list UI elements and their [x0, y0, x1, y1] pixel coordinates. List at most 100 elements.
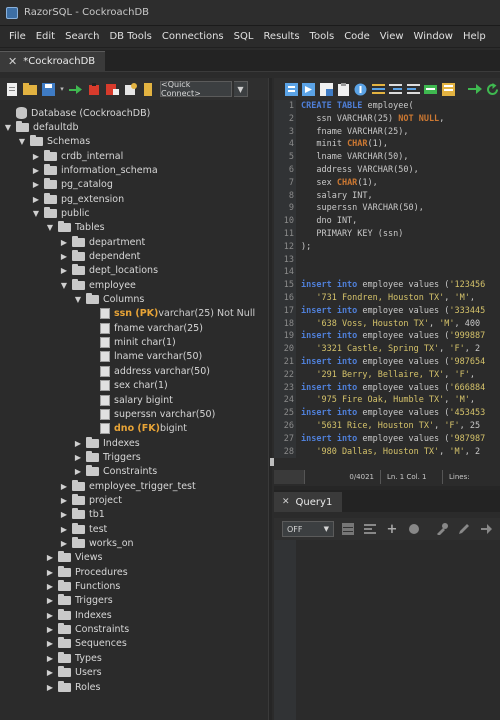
code-line[interactable]: PRIMARY KEY (ssn) — [301, 228, 403, 241]
collapsed-toggle-icon[interactable]: ▶ — [60, 496, 68, 505]
menu-search[interactable]: Search — [60, 31, 104, 42]
tree-item[interactable]: ▶ Views — [46, 551, 103, 565]
new-file-icon[interactable] — [4, 81, 20, 97]
tree-item[interactable]: ▶ information_schema — [32, 163, 158, 177]
collapsed-toggle-icon[interactable]: ▶ — [46, 568, 54, 577]
tree-item[interactable]: ▶ Indexes — [46, 608, 112, 622]
save-icon[interactable] — [40, 81, 56, 97]
tree-item[interactable]: dno (FK) bigint — [88, 422, 187, 436]
tree-item[interactable]: ▶ project — [60, 493, 122, 507]
collapsed-toggle-icon[interactable]: ▶ — [32, 166, 40, 175]
code-line[interactable]: CREATE TABLE employee( — [301, 100, 414, 113]
autocommit-select[interactable]: OFF ▼ — [282, 521, 334, 537]
export-icon[interactable] — [478, 521, 494, 537]
list-icon[interactable] — [371, 81, 385, 97]
collapsed-toggle-icon[interactable]: ▶ — [46, 683, 54, 692]
tab-query1[interactable]: ✕ Query1 — [274, 492, 343, 512]
tree-item[interactable]: ▶ Triggers — [46, 594, 113, 608]
collapsed-toggle-icon[interactable]: ▶ — [46, 639, 54, 648]
grid-icon[interactable] — [441, 81, 455, 97]
menu-results[interactable]: Results — [258, 31, 304, 42]
tree-item[interactable]: ▼ Schemas — [18, 135, 90, 149]
indent-icon[interactable] — [389, 81, 403, 97]
collapsed-toggle-icon[interactable]: ▶ — [60, 482, 68, 491]
code-line[interactable]: ); — [301, 241, 311, 254]
collapsed-toggle-icon[interactable]: ▶ — [74, 453, 82, 462]
tree-item[interactable]: fname varchar(25) — [88, 321, 203, 335]
menu-sql[interactable]: SQL — [229, 31, 259, 42]
sql-code-area[interactable]: CREATE TABLE employee( ssn VARCHAR(25) N… — [301, 100, 500, 458]
code-line[interactable]: insert into employee values ('666884 — [301, 382, 485, 395]
tree-item[interactable]: ▶ test — [60, 522, 107, 536]
dropdown-arrow-icon[interactable]: ▾ — [58, 81, 66, 97]
code-line[interactable]: dno INT, — [301, 215, 357, 228]
delete-connection-icon[interactable] — [104, 81, 120, 97]
code-line[interactable]: insert into employee values ('987654 — [301, 356, 485, 369]
menu-window[interactable]: Window — [409, 31, 458, 42]
splitter-handle[interactable] — [270, 458, 274, 466]
tree-item[interactable]: address varchar(50) — [88, 364, 210, 378]
code-line[interactable]: insert into employee values ('333445 — [301, 305, 485, 318]
code-line[interactable]: insert into employee values ('987987 — [301, 433, 485, 446]
tree-item[interactable]: ▶ tb1 — [60, 508, 105, 522]
expanded-toggle-icon[interactable]: ▼ — [4, 123, 12, 132]
tree-item[interactable]: ▶ employee_trigger_test — [60, 479, 196, 493]
disconnect-icon[interactable] — [86, 81, 102, 97]
tree-item[interactable]: minit char(1) — [88, 336, 176, 350]
tree-item[interactable]: ▶ Constraints — [74, 465, 157, 479]
collapsed-toggle-icon[interactable]: ▶ — [32, 152, 40, 161]
code-line[interactable]: '638 Voss, Houston TX', 'M', 400 — [301, 318, 480, 331]
tree-item[interactable]: ▼ defaultdb — [4, 120, 79, 134]
menu-file[interactable]: File — [4, 31, 31, 42]
collapsed-toggle-icon[interactable]: ▶ — [46, 668, 54, 677]
tree-item[interactable]: ▶ Triggers — [74, 450, 141, 464]
code-line[interactable]: '980 Dallas, Houston TX', 'M', 2 — [301, 446, 480, 458]
clipboard-icon[interactable] — [336, 81, 350, 97]
expanded-toggle-icon[interactable]: ▼ — [60, 281, 68, 290]
collapsed-toggle-icon[interactable]: ▶ — [60, 238, 68, 247]
query-results-area[interactable] — [274, 540, 500, 720]
outdent-icon[interactable] — [406, 81, 420, 97]
collapsed-toggle-icon[interactable]: ▶ — [60, 539, 68, 548]
code-line[interactable]: salary INT, — [301, 190, 372, 203]
collapsed-toggle-icon[interactable]: ▶ — [46, 654, 54, 663]
collapsed-toggle-icon[interactable]: ▶ — [60, 252, 68, 261]
code-line[interactable]: sex CHAR(1), — [301, 177, 377, 190]
menu-help[interactable]: Help — [458, 31, 491, 42]
code-line[interactable]: '731 Fondren, Houston TX', 'M', — [301, 292, 475, 305]
tree-item[interactable]: ▶ Indexes — [74, 436, 140, 450]
tree-item[interactable]: ▼ Tables — [46, 221, 105, 235]
tree-item[interactable]: ▼ Columns — [74, 293, 144, 307]
menu-edit[interactable]: Edit — [31, 31, 60, 42]
horizontal-scrollbar[interactable] — [274, 470, 304, 484]
menu-connections[interactable]: Connections — [157, 31, 229, 42]
menu-tools[interactable]: Tools — [305, 31, 340, 42]
tree-item[interactable]: ▶ Constraints — [46, 623, 129, 637]
tree-item[interactable]: lname varchar(50) — [88, 350, 202, 364]
tree-item[interactable]: ▼ employee — [60, 278, 136, 292]
code-line[interactable]: lname VARCHAR(50), — [301, 151, 408, 164]
tree-item[interactable]: ▶ dependent — [60, 250, 140, 264]
tree-item[interactable]: ▼ public — [32, 206, 90, 220]
quick-connect-select[interactable]: <Quick Connect> — [160, 80, 232, 98]
align-icon[interactable] — [362, 521, 378, 537]
table-icon[interactable] — [340, 521, 356, 537]
code-line[interactable]: '975 Fire Oak, Humble TX', 'M', — [301, 394, 475, 407]
collapsed-toggle-icon[interactable]: ▶ — [46, 553, 54, 562]
connect-icon[interactable] — [68, 81, 84, 97]
expanded-toggle-icon[interactable]: ▼ — [74, 295, 82, 304]
tree-item[interactable]: ssn (PK) varchar(25) Not Null — [88, 307, 255, 321]
sql-editor[interactable]: 1 2 3 4 5 6 7 8 9 10 11 12 13 14 15 16 17 18 19 20 21 22 23 24 2… — [274, 100, 500, 458]
collapsed-toggle-icon[interactable]: ▶ — [60, 266, 68, 275]
comment-icon[interactable] — [423, 81, 438, 97]
tree-item[interactable]: sex char(1) — [88, 379, 168, 393]
expanded-toggle-icon[interactable]: ▼ — [46, 223, 54, 232]
code-line[interactable]: fname VARCHAR(25), — [301, 126, 408, 139]
tree-item[interactable]: ▶ dept_locations — [60, 264, 158, 278]
tree-item[interactable]: ▶ Procedures — [46, 565, 128, 579]
collapsed-toggle-icon[interactable]: ▶ — [60, 525, 68, 534]
refresh-icon[interactable] — [486, 81, 500, 97]
menu-code[interactable]: Code — [339, 31, 375, 42]
collapsed-toggle-icon[interactable]: ▶ — [46, 611, 54, 620]
add-object-icon[interactable] — [122, 81, 138, 97]
